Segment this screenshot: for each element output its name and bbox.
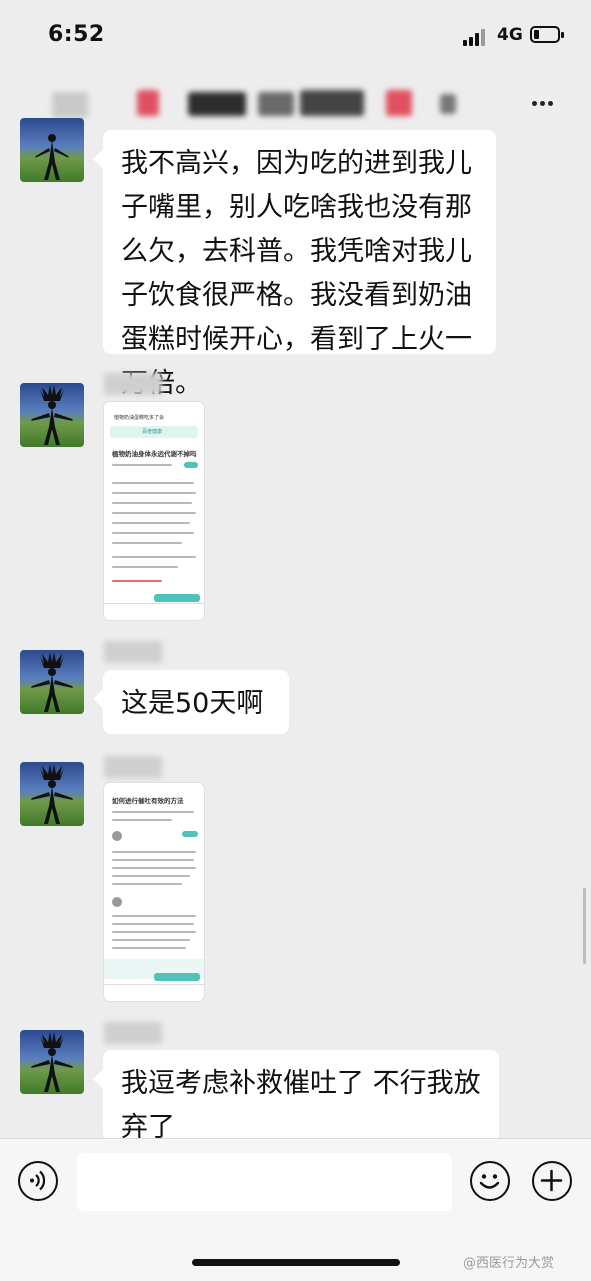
- status-time: 6:52: [48, 22, 105, 47]
- home-indicator[interactable]: [192, 1259, 400, 1266]
- signal-icon: [463, 28, 491, 46]
- message-text: 这是50天啊: [121, 688, 264, 719]
- redaction-mark: [137, 90, 159, 116]
- redaction-mark: [440, 94, 456, 114]
- sender-name-redacted: [104, 641, 162, 663]
- avatar[interactable]: [20, 383, 84, 447]
- plus-icon[interactable]: [532, 1161, 572, 1201]
- redaction-mark: [188, 92, 246, 116]
- avatar[interactable]: [20, 1030, 84, 1094]
- message-bubble[interactable]: 这是50天啊: [103, 670, 289, 734]
- voice-icon[interactable]: [18, 1161, 58, 1201]
- chat-title-redacted: [52, 92, 88, 118]
- message-text: 我不高兴，因为吃的进到我儿子嘴里，别人吃啥我也没有那么欠，去科普。我凭啥对我儿子…: [121, 148, 472, 399]
- watermark: @西医行为大赏: [463, 1256, 555, 1271]
- status-bar: 6:52 4G: [0, 0, 591, 72]
- scrollbar[interactable]: [583, 888, 586, 964]
- thumb-title: 如何进行催吐有效的方法: [112, 797, 184, 805]
- message-input[interactable]: [77, 1153, 452, 1211]
- more-options-icon[interactable]: [532, 97, 553, 109]
- avatar[interactable]: [20, 762, 84, 826]
- image-message[interactable]: 如何进行催吐有效的方法: [104, 783, 204, 1001]
- thumb-title: 植物奶油身体永远代谢不掉吗: [112, 450, 197, 458]
- redaction-mark: [258, 92, 294, 116]
- network-label: 4G: [497, 25, 523, 45]
- avatar[interactable]: [20, 650, 84, 714]
- message-bubble[interactable]: 我不高兴，因为吃的进到我儿子嘴里，别人吃啥我也没有那么欠，去科普。我凭啥对我儿子…: [103, 130, 496, 399]
- chat-title-bar: [0, 72, 591, 132]
- sender-name-redacted: [104, 1022, 162, 1044]
- battery-icon: [530, 26, 564, 43]
- emoji-icon[interactable]: [470, 1161, 510, 1201]
- thumb-avatar: [112, 897, 122, 907]
- message-bubble[interactable]: 我逗考虑补救催吐了 不行我放弃了: [103, 1050, 499, 1143]
- thumb-avatar: [112, 831, 122, 841]
- thumb-app-name: 百度健康: [142, 429, 163, 435]
- sender-name-redacted: [104, 373, 162, 395]
- redaction-mark: [386, 90, 412, 116]
- avatar[interactable]: [20, 118, 84, 182]
- sender-name-redacted: [104, 756, 162, 778]
- message-text: 我逗考虑补救催吐了 不行我放弃了: [121, 1068, 481, 1143]
- thumb-search: 植物奶油蛋糕吃多了会: [114, 415, 165, 421]
- redaction-mark: [300, 90, 364, 116]
- image-message[interactable]: 植物奶油蛋糕吃多了会 百度健康 植物奶油身体永远代谢不掉吗: [104, 402, 204, 620]
